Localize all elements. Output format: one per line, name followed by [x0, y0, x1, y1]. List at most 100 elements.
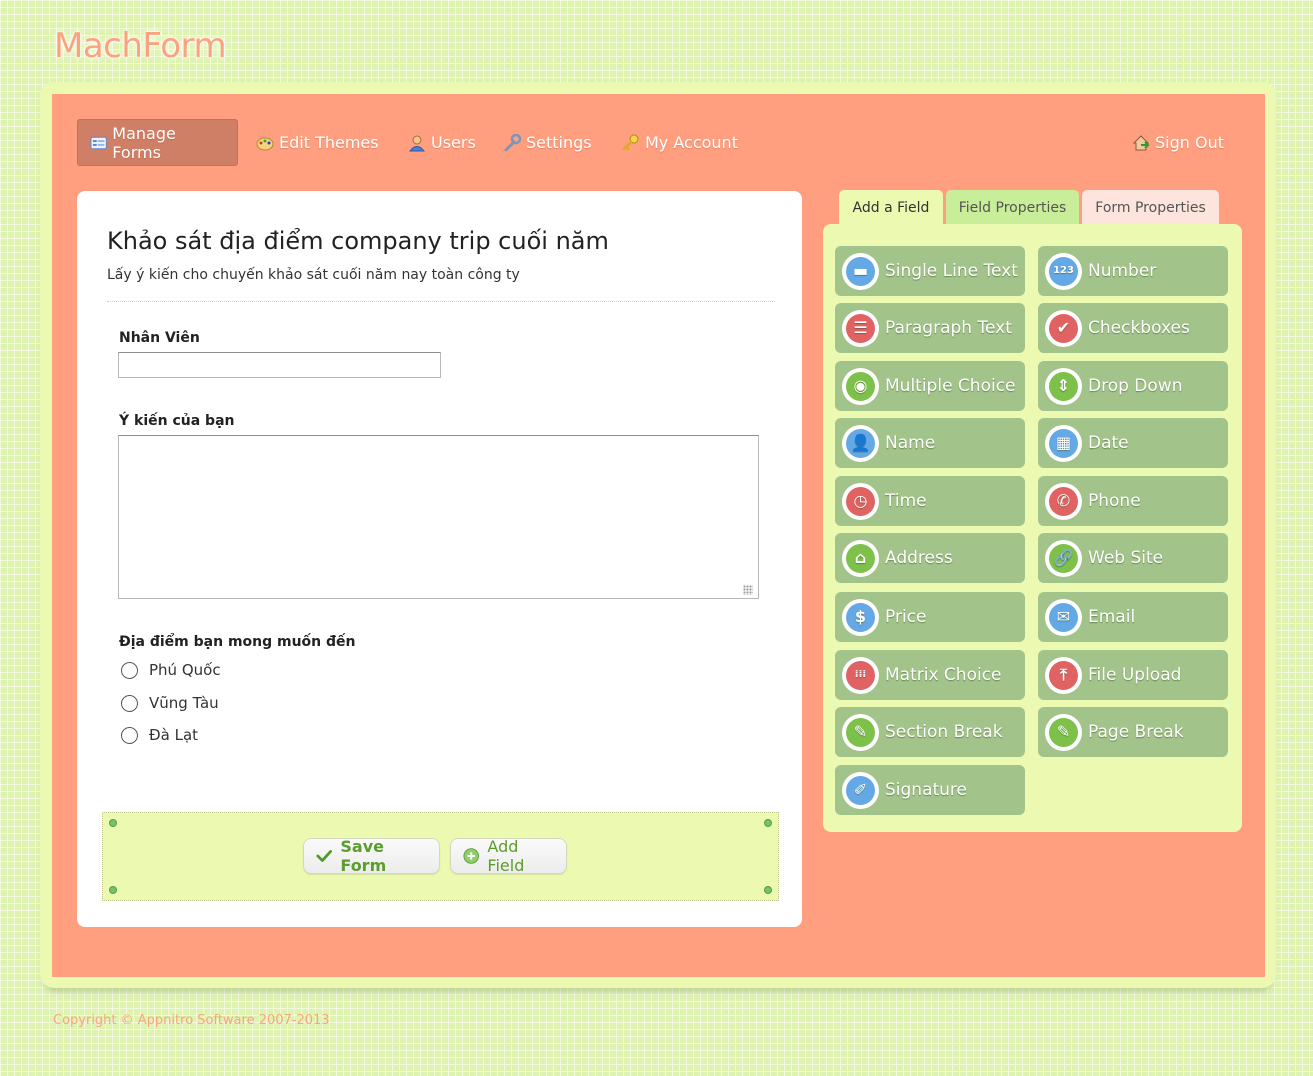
tab-add-a-field[interactable]: Add a Field	[839, 190, 943, 226]
nav-my-account[interactable]: My Account	[622, 119, 738, 166]
field-type-label: Drop Down	[1088, 376, 1183, 396]
drag-handle-dot	[109, 886, 117, 894]
radio-button[interactable]	[121, 726, 138, 744]
page-break-icon-glyph: ✎	[1049, 717, 1078, 747]
email-icon-glyph: ✉	[1049, 602, 1078, 632]
field-type-phone-button[interactable]: ✆ Phone	[1038, 476, 1228, 526]
field-type-multiple-choice-button[interactable]: ◉ Multiple Choice	[835, 361, 1025, 411]
field-type-single-line-text-button[interactable]: ▬ Single Line Text	[835, 246, 1025, 296]
radio-option[interactable]: Vũng Tàu	[121, 694, 219, 712]
radio-button[interactable]	[121, 661, 138, 679]
field-type-label: Multiple Choice	[885, 376, 1016, 396]
field-type-number-button[interactable]: 123 Number	[1038, 246, 1228, 296]
copyright-footer: Copyright © Appnitro Software 2007-2013	[53, 1013, 330, 1028]
field-type-web-site-button[interactable]: 🔗 Web Site	[1038, 533, 1228, 583]
field-type-label: Section Break	[885, 722, 1003, 742]
field-type-label: Name	[885, 433, 936, 453]
radio-option[interactable]: Phú Quốc	[121, 661, 221, 679]
number-icon: 123	[1045, 252, 1082, 290]
drag-handle-dot	[764, 886, 772, 894]
wrench-icon	[504, 133, 521, 151]
nav-label: Sign Out	[1155, 133, 1224, 152]
field-type-page-break-button[interactable]: ✎ Page Break	[1038, 707, 1228, 757]
save-form-button[interactable]: Save Form	[303, 837, 440, 875]
form-divider	[107, 301, 775, 302]
user-icon	[408, 135, 426, 151]
drop-down-icon: ⇕	[1045, 367, 1082, 405]
plus-circle-icon	[463, 848, 479, 864]
field-type-signature-button[interactable]: ✐ Signature	[835, 765, 1025, 815]
field-type-paragraph-text-button[interactable]: ☰ Paragraph Text	[835, 303, 1025, 353]
field-type-label: Checkboxes	[1088, 318, 1190, 338]
multiple-choice-icon-glyph: ◉	[846, 371, 875, 401]
nav-users[interactable]: Users	[408, 119, 476, 166]
single-line-text-icon: ▬	[842, 252, 879, 290]
field-type-label: File Upload	[1088, 665, 1182, 685]
name-icon-glyph: 👤	[846, 428, 875, 458]
phone-icon: ✆	[1045, 482, 1082, 520]
field-type-label: Phone	[1088, 491, 1141, 511]
field-type-section-break-button[interactable]: ✎ Section Break	[835, 707, 1025, 757]
nav-edit-themes[interactable]: Edit Themes	[256, 119, 379, 166]
nav-label: Settings	[526, 133, 592, 152]
field-type-email-button[interactable]: ✉ Email	[1038, 592, 1228, 642]
field-type-address-button[interactable]: ⌂ Address	[835, 533, 1025, 583]
form-description[interactable]: Lấy ý kiến cho chuyến khảo sát cuối năm …	[107, 267, 520, 283]
field-type-drop-down-button[interactable]: ⇕ Drop Down	[1038, 361, 1228, 411]
address-icon: ⌂	[842, 539, 879, 577]
field-type-label: Number	[1088, 261, 1157, 281]
web-site-icon-glyph: 🔗	[1049, 543, 1078, 573]
checkboxes-icon: ✔	[1045, 309, 1082, 347]
radio-label: Vũng Tàu	[149, 694, 219, 712]
field-type-date-button[interactable]: ▦ Date	[1038, 418, 1228, 468]
resize-grip-icon[interactable]	[743, 585, 753, 595]
section-break-icon-glyph: ✎	[846, 717, 875, 747]
field-type-label: Email	[1088, 607, 1136, 627]
nav-settings[interactable]: Settings	[503, 119, 592, 166]
number-icon-glyph: 123	[1049, 256, 1078, 286]
radio-label: Đà Lạt	[149, 726, 199, 744]
paragraph-text-icon-glyph: ☰	[846, 313, 875, 343]
checkboxes-icon-glyph: ✔	[1049, 313, 1078, 343]
signature-icon: ✐	[842, 771, 879, 809]
opinion-textarea[interactable]	[118, 435, 759, 599]
drop-down-icon-glyph: ⇕	[1049, 371, 1078, 401]
key-icon	[622, 134, 639, 150]
employee-input[interactable]	[118, 352, 441, 378]
save-form-label: Save Form	[340, 837, 387, 875]
form-icon	[90, 136, 107, 149]
machform-logo[interactable]: MachForm	[54, 26, 227, 66]
nav-label: Edit Themes	[279, 133, 379, 152]
radio-option[interactable]: Đà Lạt	[121, 726, 198, 744]
field-type-file-upload-button[interactable]: ⤒ File Upload	[1038, 650, 1228, 700]
field-type-label: Signature	[885, 780, 968, 800]
form-title[interactable]: Khảo sát địa điểm company trip cuối năm	[107, 227, 609, 255]
page-break-icon: ✎	[1045, 713, 1082, 751]
field-type-label: Date	[1088, 433, 1129, 453]
price-icon-glyph: $	[846, 602, 875, 632]
tab-field-properties[interactable]: Field Properties	[946, 190, 1079, 225]
radio-label: Phú Quốc	[149, 661, 221, 679]
nav-sign-out[interactable]: Sign Out	[1132, 119, 1224, 166]
drag-handle-dot	[109, 819, 117, 827]
field-type-label: Page Break	[1088, 722, 1184, 742]
field-type-label: Single Line Text	[885, 261, 1018, 281]
file-upload-icon: ⤒	[1045, 656, 1082, 694]
radio-button[interactable]	[121, 694, 138, 712]
date-icon: ▦	[1045, 424, 1082, 462]
add-field-button[interactable]: Add Field	[450, 837, 567, 875]
nav-label: Manage Forms	[112, 123, 176, 162]
field-type-checkboxes-button[interactable]: ✔ Checkboxes	[1038, 303, 1228, 353]
employee-field-label: Nhân Viên	[119, 330, 200, 346]
field-type-price-button[interactable]: $ Price	[835, 592, 1025, 642]
section-break-icon: ✎	[842, 713, 879, 751]
destination-field-label: Địa điểm bạn mong muốn đến	[119, 634, 356, 650]
field-type-name-button[interactable]: 👤 Name	[835, 418, 1025, 468]
web-site-icon: 🔗	[1045, 539, 1082, 577]
field-type-matrix-choice-button[interactable]: ⁞⁞⁞ Matrix Choice	[835, 650, 1025, 700]
tab-form-properties[interactable]: Form Properties	[1082, 190, 1219, 225]
add-field-label: Add Field	[487, 837, 525, 875]
nav-manage-forms[interactable]: Manage Forms	[77, 119, 238, 166]
field-type-time-button[interactable]: ◷ Time	[835, 476, 1025, 526]
time-icon-glyph: ◷	[846, 486, 875, 516]
